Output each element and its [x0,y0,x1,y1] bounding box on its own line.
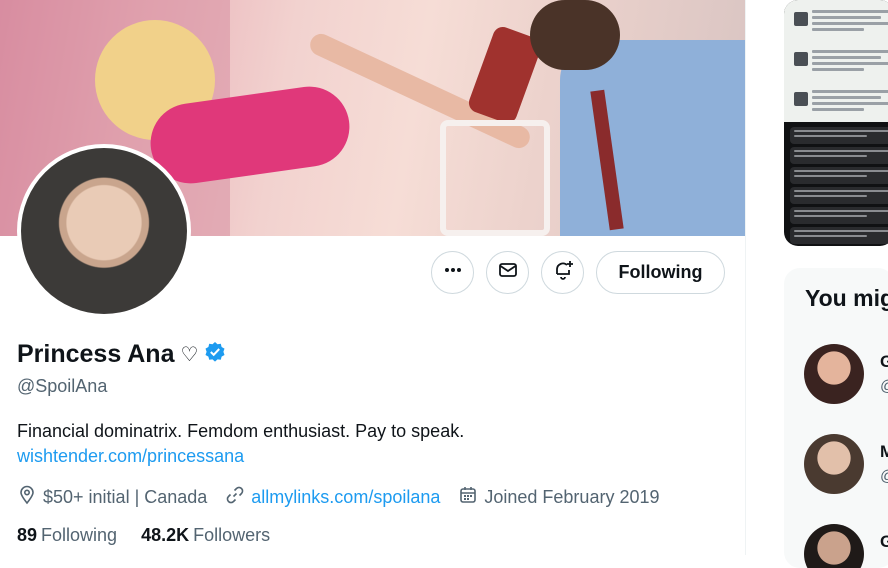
who-to-follow-card: You might like G @ M @ G [784,268,888,568]
notify-icon [552,259,574,286]
who-to-follow-title: You might like [805,285,888,311]
bio-link[interactable]: wishtender.com/princessana [17,446,244,467]
more-button[interactable] [431,251,474,294]
link-icon [225,485,245,510]
location-icon [17,485,37,510]
profile-avatar[interactable] [17,144,191,318]
profile-meta: $50+ initial | Canada allmylinks.com/spo… [17,485,678,510]
message-button[interactable] [486,251,529,294]
more-icon [443,260,463,285]
profile-handle: @SpoilAna [17,376,108,396]
profile-column: Following Princess Ana ♡ @SpoilAna Finan… [0,0,746,555]
profile-bio: Financial dominatrix. Femdom enthusiast.… [17,421,465,441]
media-preview[interactable] [784,0,888,246]
following-label: Following [41,525,118,545]
media-email-screenshot [784,0,888,122]
website-item: allmylinks.com/spoilana [225,485,440,510]
suggestion-handle: @ [880,468,888,486]
email-notice [788,84,888,118]
avatar[interactable] [804,524,864,568]
suggestion-name[interactable]: M [880,442,888,462]
followers-count: 48.2K [141,525,190,545]
sms-notice [790,207,888,224]
following-count-link[interactable]: 89 Following [17,525,117,546]
sms-notice [790,167,888,184]
sms-notice [790,147,888,164]
sms-notice [790,127,888,144]
display-name: Princess Ana [17,340,175,368]
calendar-icon [458,485,478,510]
follow-counts: 89 Following 48.2K Followers [17,525,270,546]
suggestion-handle: @ [880,378,888,396]
website-link[interactable]: allmylinks.com/spoilana [251,487,440,508]
email-notice [788,4,888,38]
suggestion-name[interactable]: G [880,352,888,372]
avatar[interactable] [804,434,864,494]
location-text: $50+ initial | Canada [43,487,208,507]
suggestion-name[interactable]: G [880,532,888,552]
location-item: $50+ initial | Canada [17,485,207,510]
email-notice [788,44,888,78]
verified-icon[interactable] [204,341,226,368]
following-button[interactable]: Following [596,251,725,294]
avatar-photo [21,148,187,314]
sms-notice [790,227,888,244]
joined-text: Joined February 2019 [484,487,660,507]
sms-notice [790,187,888,204]
message-icon [498,260,518,285]
followers-count-link[interactable]: 48.2K Followers [141,525,270,546]
avatar[interactable] [804,344,864,404]
notifications-button[interactable] [541,251,584,294]
joined-item: Joined February 2019 [458,485,660,510]
followers-label: Followers [193,525,271,545]
name-row: Princess Ana ♡ [17,340,226,369]
heart-icon: ♡ [180,344,199,366]
following-count: 89 [17,525,38,545]
